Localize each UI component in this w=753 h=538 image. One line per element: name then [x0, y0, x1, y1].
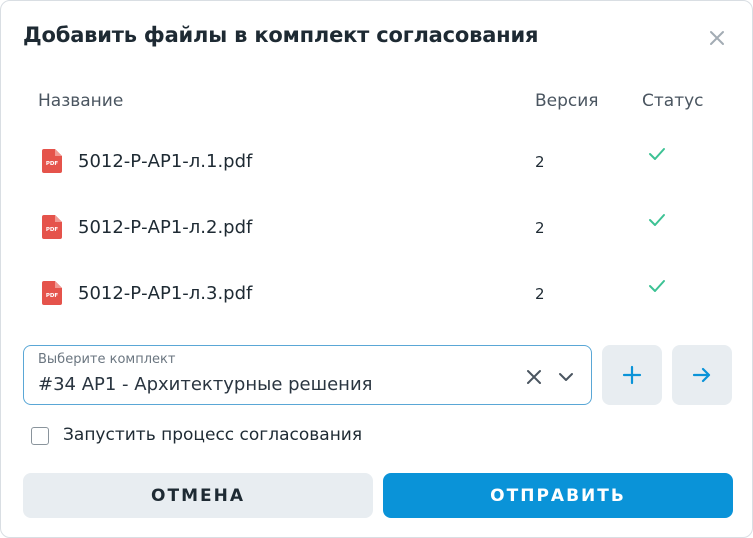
column-header-version: Версия [535, 91, 599, 111]
add-files-dialog: Добавить файлы в комплект согласования Н… [0, 0, 753, 538]
file-version: 2 [535, 153, 545, 171]
package-select[interactable]: Выберите комплект #34 АР1 - Архитектурны… [23, 345, 592, 405]
go-to-package-button[interactable] [672, 345, 732, 405]
pdf-file-icon: PDF [42, 281, 62, 305]
file-version: 2 [535, 285, 545, 303]
file-name: 5012-Р-АР1-л.2.pdf [78, 217, 253, 238]
clear-icon[interactable] [524, 367, 544, 387]
pdf-icon-text: PDF [46, 227, 59, 233]
file-name: 5012-Р-АР1-л.3.pdf [78, 283, 253, 304]
chevron-down-icon[interactable] [556, 367, 576, 387]
cancel-button[interactable]: ОТМЕНА [23, 473, 373, 518]
check-icon [649, 280, 665, 292]
check-icon [649, 148, 665, 160]
arrow-right-icon [692, 367, 711, 383]
start-approval-label[interactable]: Запустить процесс согласования [63, 425, 362, 445]
table-row: PDF 5012-Р-АР1-л.1.pdf 2 [1, 148, 752, 209]
pdf-file-icon: PDF [42, 215, 62, 239]
add-package-button[interactable] [602, 345, 662, 405]
package-select-value: #34 АР1 - Архитектурные решения [38, 374, 373, 395]
start-approval-checkbox[interactable] [31, 427, 49, 445]
dialog-title: Добавить файлы в комплект согласования [23, 23, 539, 47]
table-row: PDF 5012-Р-АР1-л.3.pdf 2 [1, 280, 752, 341]
column-header-status: Статус [642, 91, 704, 111]
file-version: 2 [535, 219, 545, 237]
close-icon[interactable] [705, 26, 729, 50]
pdf-icon-text: PDF [46, 161, 59, 167]
pdf-icon-text: PDF [46, 293, 59, 299]
plus-icon [622, 365, 642, 385]
column-header-name: Название [38, 91, 124, 111]
file-name: 5012-Р-АР1-л.1.pdf [78, 151, 253, 172]
submit-button[interactable]: ОТПРАВИТЬ [383, 473, 733, 518]
check-icon [649, 214, 665, 226]
pdf-file-icon: PDF [42, 149, 62, 173]
table-row: PDF 5012-Р-АР1-л.2.pdf 2 [1, 214, 752, 275]
package-select-label: Выберите комплект [38, 352, 176, 367]
